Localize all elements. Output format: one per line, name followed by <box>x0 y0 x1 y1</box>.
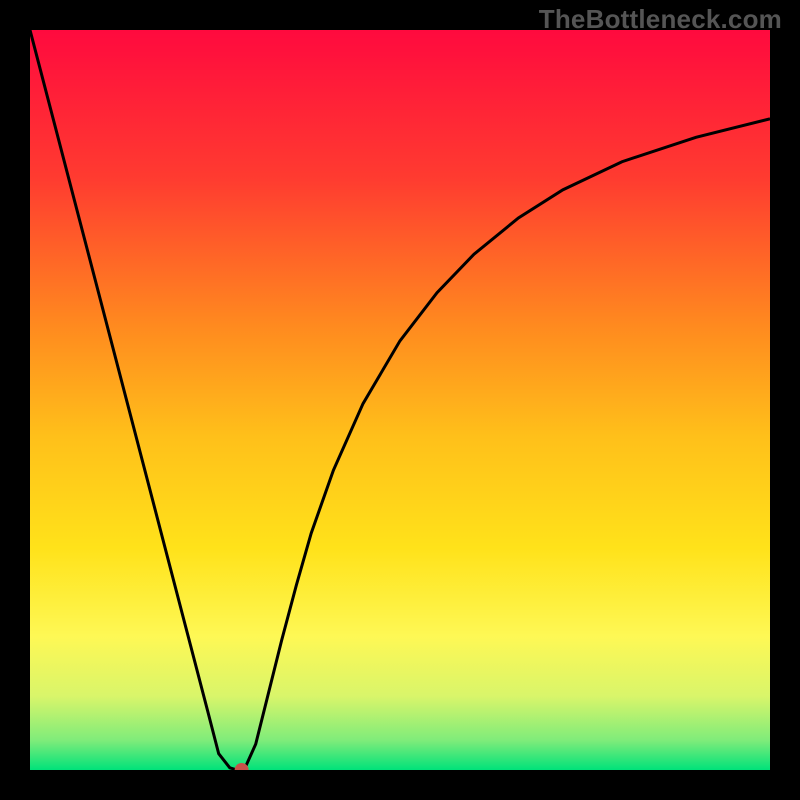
chart-svg <box>30 30 770 770</box>
plot-area <box>30 30 770 770</box>
chart-container: TheBottleneck.com <box>0 0 800 800</box>
gradient-background <box>30 30 770 770</box>
watermark-text: TheBottleneck.com <box>539 4 782 35</box>
